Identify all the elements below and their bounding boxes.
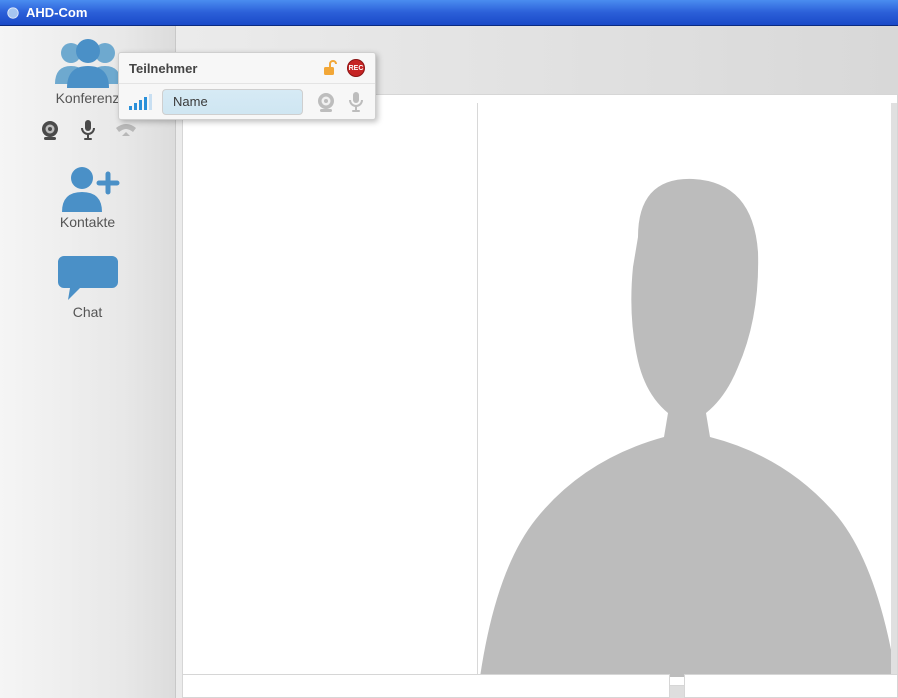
microphone-button[interactable] bbox=[76, 118, 100, 142]
webcam-icon bbox=[315, 91, 337, 113]
bottom-panel-right bbox=[684, 674, 898, 698]
window-title: AHD-Com bbox=[26, 5, 87, 20]
record-icon: REC bbox=[347, 59, 365, 77]
sidebar-item-contacts[interactable]: Kontakte bbox=[0, 160, 175, 234]
chat-icon bbox=[58, 252, 118, 302]
add-contact-icon bbox=[56, 164, 120, 212]
conference-toolbar bbox=[38, 118, 138, 142]
window-titlebar: AHD-Com bbox=[0, 0, 898, 26]
webcam-icon bbox=[39, 119, 61, 141]
video-canvas bbox=[191, 103, 897, 677]
microphone-icon bbox=[78, 119, 98, 141]
sidebar-item-label: Konferenz bbox=[56, 90, 120, 106]
participants-title: Teilnehmer bbox=[129, 61, 197, 76]
sidebar-item-label: Chat bbox=[73, 304, 103, 320]
participant-name: Name bbox=[173, 94, 208, 109]
participant-mic-button[interactable] bbox=[343, 89, 369, 115]
app-icon bbox=[6, 6, 20, 20]
participants-header: Teilnehmer REC bbox=[119, 53, 375, 83]
participant-row: Name bbox=[119, 83, 375, 119]
conference-icon bbox=[51, 36, 125, 88]
unlock-icon bbox=[321, 59, 339, 77]
hangup-button[interactable] bbox=[114, 118, 138, 142]
person-silhouette-icon bbox=[478, 117, 897, 677]
sidebar: Konferenz bbox=[0, 26, 176, 698]
signal-strength-icon bbox=[129, 94, 152, 110]
participant-webcam-button[interactable] bbox=[313, 89, 339, 115]
bottom-panel-left bbox=[182, 674, 670, 698]
participants-panel: Teilnehmer REC Name bbox=[118, 52, 376, 120]
sidebar-item-chat[interactable]: Chat bbox=[0, 248, 175, 324]
webcam-button[interactable] bbox=[38, 118, 62, 142]
main-area: Teilnehmer REC Name bbox=[176, 26, 898, 698]
unlock-button[interactable] bbox=[321, 59, 339, 77]
participant-name-field[interactable]: Name bbox=[162, 89, 303, 115]
video-frame bbox=[182, 94, 898, 686]
sidebar-item-label: Kontakte bbox=[60, 214, 115, 230]
record-button[interactable]: REC bbox=[347, 59, 365, 77]
microphone-icon bbox=[347, 91, 365, 113]
bottom-strip bbox=[182, 674, 898, 698]
avatar-placeholder bbox=[477, 103, 897, 677]
phone-down-icon bbox=[114, 120, 138, 140]
video-scrollbar[interactable] bbox=[891, 103, 897, 677]
